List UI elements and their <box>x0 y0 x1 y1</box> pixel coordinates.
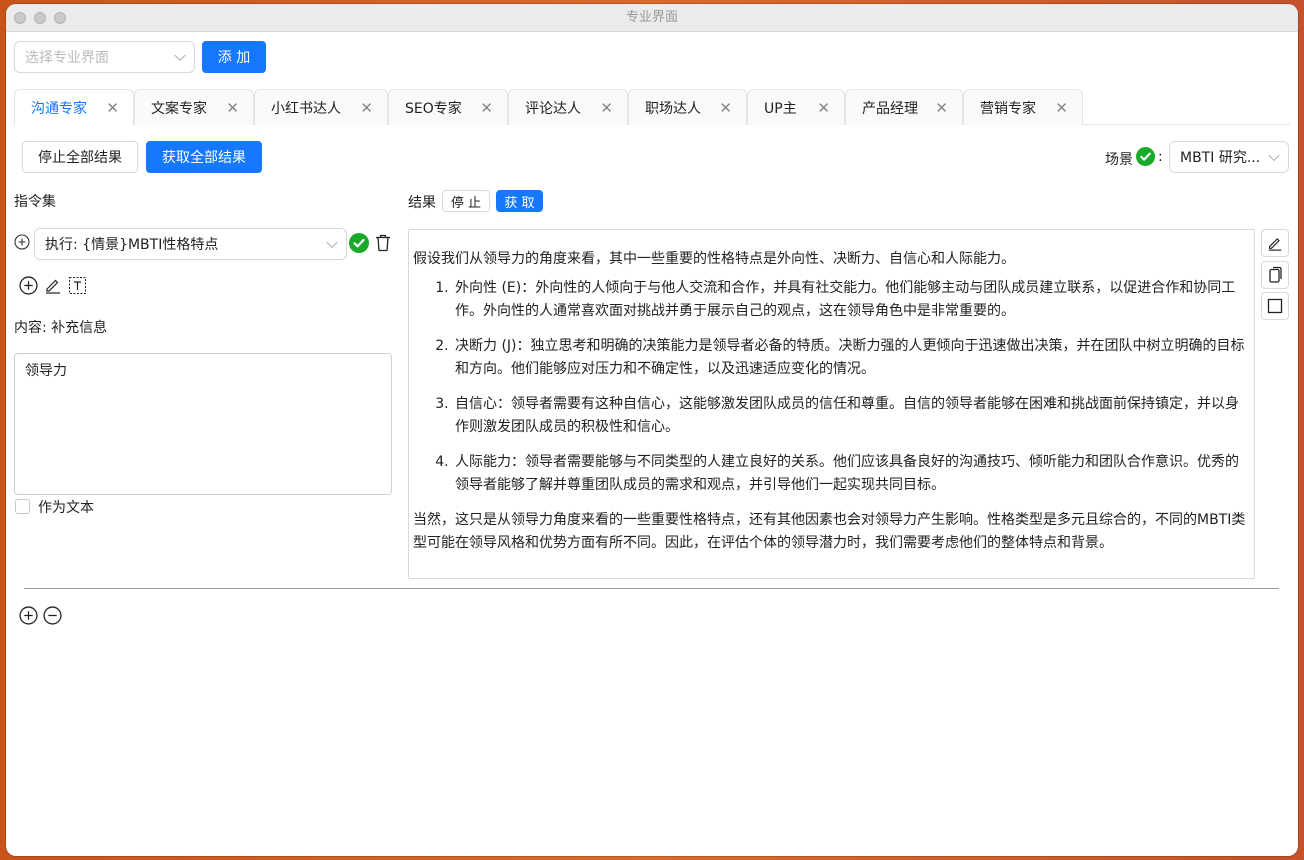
tab-3[interactable]: SEO专家 ✕ <box>388 89 508 125</box>
instruction-set-heading: 指令集 <box>14 194 56 210</box>
content-label: 内容: 补充信息 <box>14 320 108 336</box>
get-all-button[interactable]: 获取全部结果 <box>146 141 262 173</box>
close-icon[interactable]: ✕ <box>1055 99 1068 117</box>
close-icon[interactable]: ✕ <box>360 99 373 117</box>
scene-select-value: MBTI 研究... <box>1180 150 1261 166</box>
list-item: 外向性 (E)：外向性的人倾向于与他人交流和合作，并具有社交能力。他们能够主动与… <box>453 277 1250 323</box>
add-circle-icon[interactable] <box>19 276 38 295</box>
get-button[interactable]: 获 取 <box>496 190 543 212</box>
edit-result-button[interactable] <box>1261 229 1289 257</box>
tab-label: 沟通专家 <box>31 100 87 117</box>
tab-label: 产品经理 <box>862 100 918 117</box>
tab-0[interactable]: 沟通专家 ✕ <box>14 89 134 126</box>
tab-label: SEO专家 <box>405 100 462 117</box>
close-icon[interactable]: ✕ <box>719 99 732 117</box>
divider <box>24 588 1279 589</box>
result-list: 外向性 (E)：外向性的人倾向于与他人交流和合作，并具有社交能力。他们能够主动与… <box>413 277 1250 497</box>
tab-7[interactable]: 产品经理 ✕ <box>845 89 963 125</box>
scene-select[interactable]: MBTI 研究... <box>1169 141 1289 173</box>
select-result-button[interactable] <box>1261 292 1289 320</box>
tab-label: 职场达人 <box>645 100 701 117</box>
edit-icon[interactable] <box>44 276 62 294</box>
trash-icon[interactable] <box>374 233 392 253</box>
tab-2[interactable]: 小红书达人 ✕ <box>254 89 388 125</box>
tab-8[interactable]: 营销专家 ✕ <box>963 89 1083 125</box>
tab-label: 小红书达人 <box>271 100 341 117</box>
tab-label: UP主 <box>764 100 797 117</box>
as-text-label: 作为文本 <box>38 500 94 516</box>
tab-bar: 沟通专家 ✕ 文案专家 ✕ 小红书达人 ✕ SEO专家 ✕ 评论达人 ✕ 职场达人 ✕ UP… <box>14 89 1290 126</box>
tab-4[interactable]: 评论达人 ✕ <box>508 89 628 125</box>
list-item: 决断力 (J)：独立思考和明确的决策能力是领导者必备的特质。决断力强的人更倾向于… <box>453 335 1250 381</box>
close-icon[interactable]: ✕ <box>600 99 613 117</box>
close-icon[interactable]: ✕ <box>226 99 239 117</box>
result-intro: 假设我们从领导力的角度来看，其中一些重要的性格特点是外向性、决断力、自信心和人际… <box>413 251 1015 267</box>
tab-5[interactable]: 职场达人 ✕ <box>628 89 747 125</box>
tab-label: 营销专家 <box>980 100 1036 117</box>
titlebar: 专业界面 <box>6 4 1298 32</box>
add-button[interactable]: 添 加 <box>202 41 266 73</box>
stop-button[interactable]: 停 止 <box>442 190 490 212</box>
result-outro: 当然，这只是从领导力角度来看的一些重要性格特点，还有其他因素也会对领导力产生影响… <box>413 512 1246 551</box>
chevron-down-icon <box>326 236 338 249</box>
close-window-button[interactable] <box>14 12 26 24</box>
minimize-window-button[interactable] <box>34 12 46 24</box>
profession-select[interactable]: 选择专业界面 <box>14 41 195 73</box>
profession-select-placeholder: 选择专业界面 <box>25 50 109 66</box>
check-circle-icon <box>1136 147 1155 166</box>
copy-result-button[interactable] <box>1261 261 1289 289</box>
chevron-down-icon <box>1268 149 1280 162</box>
scene-colon: : <box>1158 149 1163 165</box>
close-icon[interactable]: ✕ <box>480 99 493 117</box>
as-text-checkbox[interactable] <box>15 499 30 514</box>
check-circle-icon <box>349 233 369 253</box>
app-window: 专业界面 选择专业界面 添 加 沟通专家 ✕ 文案专家 ✕ 小红书达人 ✕ SEO专家… <box>6 4 1298 856</box>
square-icon <box>1267 298 1283 314</box>
content-textarea-value: 领导力 <box>25 363 67 379</box>
stop-all-button[interactable]: 停止全部结果 <box>22 141 138 173</box>
list-item: 人际能力：领导者需要能够与不同类型的人建立良好的关系。他们应该具备良好的沟通技巧… <box>453 451 1250 497</box>
list-item: 自信心：领导者需要有这种自信心，这能够激发团队成员的信任和尊重。自信的领导者能够… <box>453 393 1250 439</box>
content-textarea[interactable]: 领导力 <box>14 353 392 495</box>
scene-label: 场景 <box>1105 152 1133 168</box>
window-title: 专业界面 <box>625 10 678 25</box>
instruction-select-value: 执行: {情景}MBTI性格特点 <box>45 237 219 253</box>
close-icon[interactable]: ✕ <box>935 99 948 117</box>
zoom-window-button[interactable] <box>54 12 66 24</box>
result-text-box[interactable]: 假设我们从领导力的角度来看，其中一些重要的性格特点是外向性、决断力、自信心和人际… <box>408 229 1255 579</box>
text-box-icon[interactable] <box>68 276 87 295</box>
result-label: 结果 <box>408 195 436 211</box>
tab-6[interactable]: UP主 ✕ <box>747 89 845 125</box>
copy-icon <box>1269 266 1282 283</box>
tab-1[interactable]: 文案专家 ✕ <box>134 89 254 125</box>
window-controls <box>14 12 66 24</box>
remove-circle-icon[interactable] <box>43 606 62 625</box>
instruction-select[interactable]: 执行: {情景}MBTI性格特点 <box>34 228 347 260</box>
edit-icon <box>1268 238 1282 251</box>
close-icon[interactable]: ✕ <box>106 99 119 117</box>
chevron-down-icon <box>174 49 186 62</box>
add-circle-icon[interactable] <box>19 606 38 625</box>
tab-label: 文案专家 <box>151 100 207 117</box>
tab-label: 评论达人 <box>525 100 581 117</box>
add-circle-icon[interactable] <box>14 234 30 250</box>
close-icon[interactable]: ✕ <box>817 99 830 117</box>
